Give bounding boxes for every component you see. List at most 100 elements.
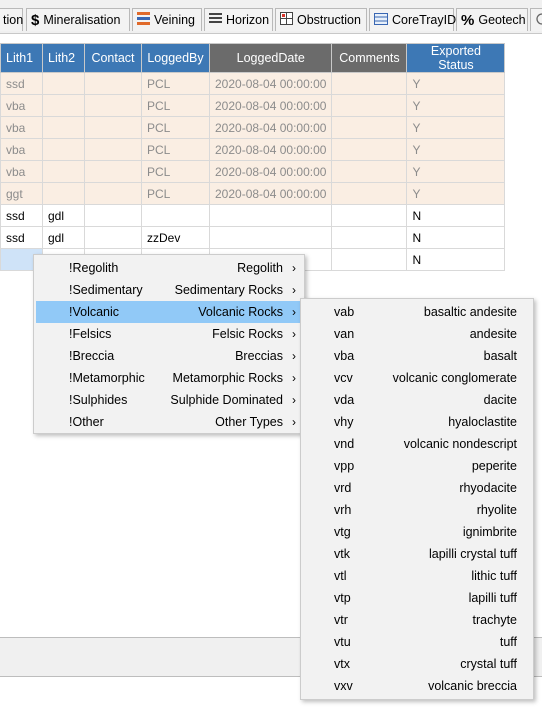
cell-lith1[interactable]: ssd [0,72,43,95]
cell-lith2[interactable] [42,116,85,139]
cell-loggedby[interactable]: PCL [141,182,210,205]
cell-contact[interactable] [84,138,142,161]
cell-lith2[interactable] [42,138,85,161]
menu-item-volcanic[interactable]: !Volcanic Volcanic Rocks › [36,301,302,323]
menu-item-felsics[interactable]: !Felsics Felsic Rocks › [36,323,302,345]
cell-loggedby[interactable]: PCL [141,138,210,161]
submenu-item-vda[interactable]: vda dacite [303,389,531,411]
cell-loggeddate[interactable]: 2020-08-04 00:00:00 [208,72,333,95]
cell-contact[interactable] [84,182,142,205]
cell-loggedby[interactable]: zzDev [141,226,210,249]
submenu-item-vab[interactable]: vab basaltic andesite [303,301,531,323]
cell-lith1[interactable]: ssd [0,204,43,227]
col-header-contact[interactable]: Contact [84,43,142,73]
cell-loggeddate[interactable]: 2020-08-04 00:00:00 [208,160,333,183]
col-header-loggedby[interactable]: LoggedBy [141,43,210,73]
tab-mineralisation[interactable]: $ Mineralisation [26,8,130,31]
tab-veining[interactable]: Veining [132,8,202,31]
cell-exported-status[interactable]: Y [406,72,506,95]
cell-lith2[interactable] [42,182,85,205]
menu-item-sulphides[interactable]: !Sulphides Sulphide Dominated › [36,389,302,411]
cell-contact[interactable] [84,204,142,227]
table-row[interactable]: ssd gdl zzDev N [0,226,506,249]
tab-horizon[interactable]: Horizon [204,8,273,31]
cell-comments[interactable] [331,116,408,139]
cell-lith1[interactable]: ssd [0,226,43,249]
menu-item-sedimentary[interactable]: !Sedimentary Sedimentary Rocks › [36,279,302,301]
cell-lith1[interactable]: vba [0,138,43,161]
cell-comments[interactable] [331,248,408,271]
cell-exported-status[interactable]: N [406,204,506,227]
cell-lith2[interactable]: gdl [42,226,85,249]
cell-comments[interactable] [331,72,408,95]
menu-item-other[interactable]: !Other Other Types › [36,411,302,433]
cell-lith2[interactable] [42,160,85,183]
col-header-lith2[interactable]: Lith2 [42,43,85,73]
submenu-item-vnd[interactable]: vnd volcanic nondescript [303,433,531,455]
tab-partial-right[interactable] [530,8,542,31]
submenu-item-van[interactable]: van andesite [303,323,531,345]
submenu-item-vtu[interactable]: vtu tuff [303,631,531,653]
cell-contact[interactable] [84,160,142,183]
col-header-loggeddate[interactable]: LoggedDate [208,43,333,73]
cell-loggeddate[interactable] [208,204,333,227]
cell-comments[interactable] [331,94,408,117]
cell-comments[interactable] [331,226,408,249]
cell-exported-status[interactable]: N [406,226,506,249]
menu-item-metamorphic[interactable]: !Metamorphic Metamorphic Rocks › [36,367,302,389]
cell-loggeddate[interactable]: 2020-08-04 00:00:00 [208,116,333,139]
cell-comments[interactable] [331,160,408,183]
cell-lith1[interactable]: vba [0,94,43,117]
col-header-lith1[interactable]: Lith1 [0,43,43,73]
cell-loggedby[interactable]: PCL [141,72,210,95]
cell-loggedby[interactable]: PCL [141,94,210,117]
cell-loggeddate[interactable]: 2020-08-04 00:00:00 [208,94,333,117]
submenu-item-vhy[interactable]: vhy hyaloclastite [303,411,531,433]
submenu-item-vtx[interactable]: vtx crystal tuff [303,653,531,675]
cell-loggeddate[interactable] [208,226,333,249]
tab-partial-left[interactable]: tion [0,8,23,31]
submenu-item-vxv[interactable]: vxv volcanic breccia [303,675,531,697]
tab-coretrayid[interactable]: CoreTrayID [369,8,456,31]
cell-loggeddate[interactable]: 2020-08-04 00:00:00 [208,182,333,205]
cell-loggeddate[interactable]: 2020-08-04 00:00:00 [208,138,333,161]
cell-lith1[interactable]: vba [0,116,43,139]
cell-lith2[interactable] [42,72,85,95]
cell-exported-status[interactable]: Y [406,160,506,183]
cell-lith2[interactable]: gdl [42,204,85,227]
table-row[interactable]: vba PCL 2020-08-04 00:00:00 Y [0,116,506,139]
table-row[interactable]: ggt PCL 2020-08-04 00:00:00 Y [0,182,506,205]
submenu-item-vba[interactable]: vba basalt [303,345,531,367]
submenu-item-vrd[interactable]: vrd rhyodacite [303,477,531,499]
col-header-comments[interactable]: Comments [331,43,408,73]
cell-contact[interactable] [84,116,142,139]
cell-lith2[interactable] [42,94,85,117]
submenu-item-vtg[interactable]: vtg ignimbrite [303,521,531,543]
tab-geotech[interactable]: % Geotech [456,8,528,31]
table-row[interactable]: vba PCL 2020-08-04 00:00:00 Y [0,160,506,183]
cell-exported-status[interactable]: Y [406,182,506,205]
submenu-item-vtl[interactable]: vtl lithic tuff [303,565,531,587]
table-row[interactable]: ssd gdl N [0,204,506,227]
table-row[interactable]: vba PCL 2020-08-04 00:00:00 Y [0,94,506,117]
cell-comments[interactable] [331,204,408,227]
cell-loggedby[interactable]: PCL [141,116,210,139]
cell-comments[interactable] [331,138,408,161]
cell-lith1[interactable]: ggt [0,182,43,205]
table-row[interactable]: vba PCL 2020-08-04 00:00:00 Y [0,138,506,161]
cell-contact[interactable] [84,94,142,117]
submenu-item-vpp[interactable]: vpp peperite [303,455,531,477]
cell-exported-status[interactable]: Y [406,138,506,161]
cell-loggedby[interactable]: PCL [141,160,210,183]
submenu-item-vrh[interactable]: vrh rhyolite [303,499,531,521]
table-row[interactable]: ssd PCL 2020-08-04 00:00:00 Y [0,72,506,95]
submenu-item-vtp[interactable]: vtp lapilli tuff [303,587,531,609]
cell-exported-status[interactable]: N [406,248,506,271]
submenu-item-vtk[interactable]: vtk lapilli crystal tuff [303,543,531,565]
col-header-exported-status[interactable]: Exported Status [406,43,506,73]
cell-exported-status[interactable]: Y [406,94,506,117]
submenu-item-vtr[interactable]: vtr trachyte [303,609,531,631]
cell-lith1[interactable]: vba [0,160,43,183]
cell-comments[interactable] [331,182,408,205]
menu-item-breccia[interactable]: !Breccia Breccias › [36,345,302,367]
